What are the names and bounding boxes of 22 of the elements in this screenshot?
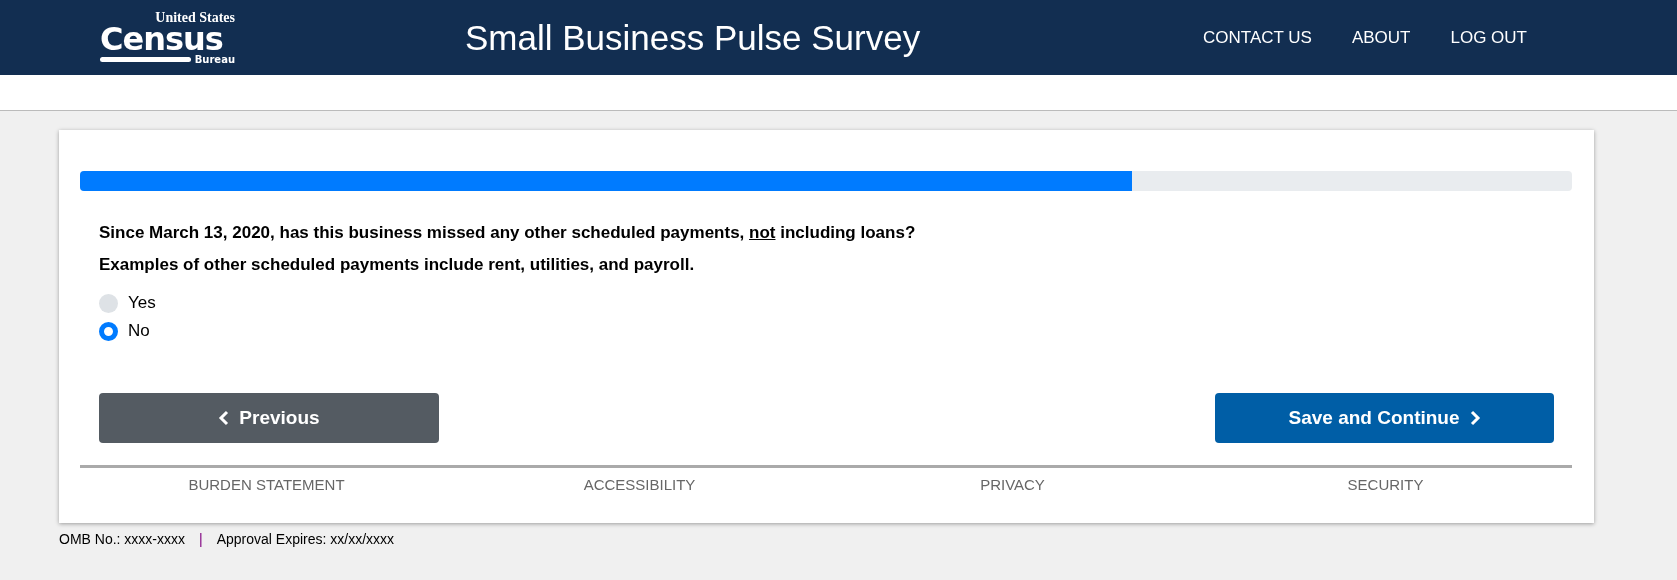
footer-link[interactable]: ACCESSIBILITY [583, 476, 696, 493]
previous-button[interactable]: Previous [99, 393, 439, 443]
logo-bar-icon [100, 57, 191, 62]
footer-link[interactable]: PRIVACY [980, 476, 1045, 493]
chevron-right-icon [1469, 410, 1481, 426]
logo-text: Census [100, 22, 223, 55]
save-continue-button[interactable]: Save and Continue [1215, 393, 1554, 443]
logo-text: Bureau [194, 54, 235, 65]
chevron-left-icon [218, 410, 230, 426]
nav-link[interactable]: LOG OUT [1450, 27, 1527, 48]
radio-option[interactable]: No [99, 321, 150, 341]
nav-link[interactable]: ABOUT [1351, 27, 1411, 48]
page-title: Small Business Pulse Survey [465, 17, 921, 58]
separator-text: | [199, 531, 203, 547]
question-text: Since March 13, 2020, has this business missed any other scheduled payments, not including loans? Examples of other scheduled payments include rent, utilities, and payroll. [99, 222, 917, 276]
nav-link[interactable]: CONTACT US [1203, 27, 1312, 48]
approval-expiry: Approval Expires: xx/xx/xxxx [216, 531, 395, 547]
footer-link[interactable]: SECURITY [1347, 476, 1424, 493]
logo-text: United States [155, 10, 235, 25]
radio-option[interactable]: Yes [99, 293, 156, 313]
footer-link[interactable]: BURDEN STATEMENT [188, 476, 345, 493]
omb-number: OMB No.: xxxx-xxxx [59, 531, 185, 547]
